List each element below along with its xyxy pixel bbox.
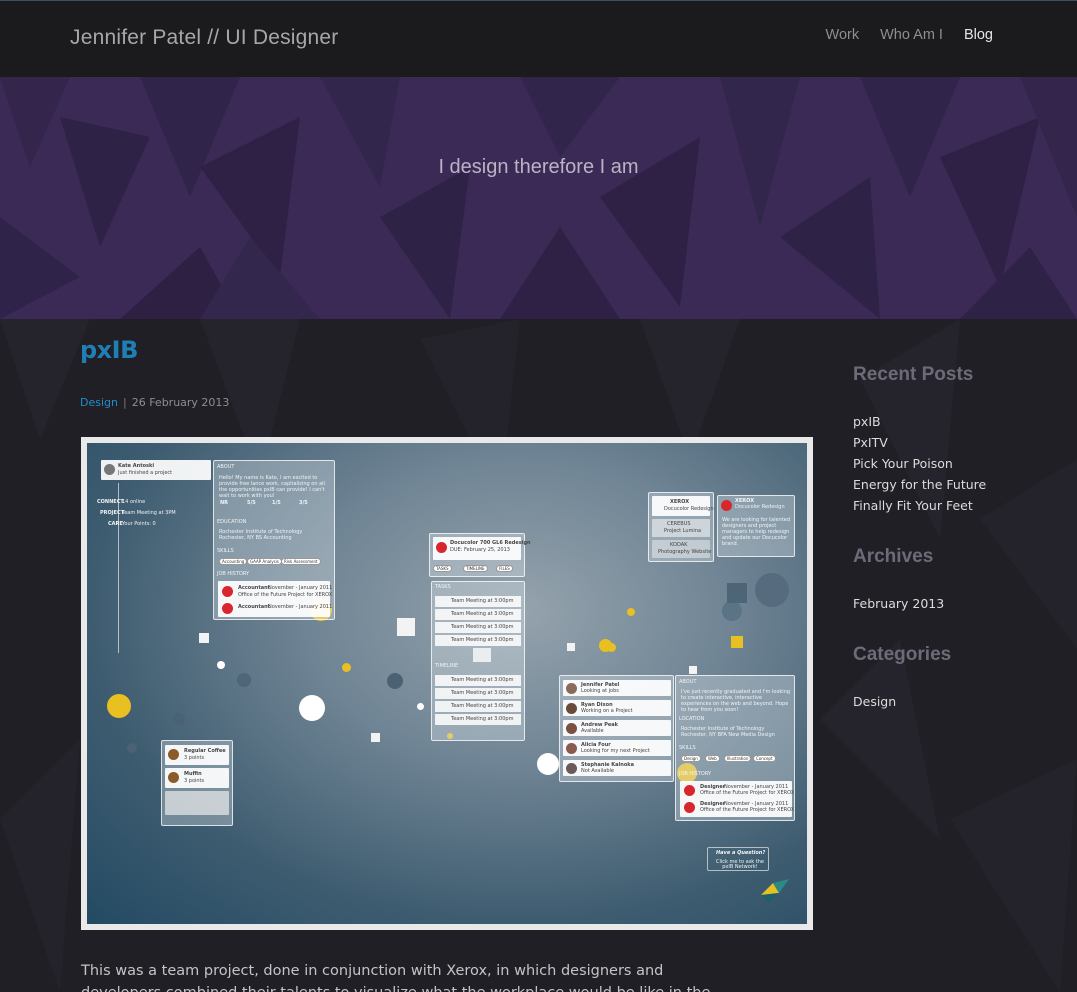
site-title[interactable]: Jennifer Patel // UI Designer xyxy=(70,26,338,50)
people-panel: Jennifer Patel Looking at jobs Ryan Dixo… xyxy=(559,675,674,782)
profile-details-panel: ABOUT Hello! My name is Kate, I am excit… xyxy=(213,460,335,620)
project-panel: Docucolor 700 GL6 Redesign DUE: February… xyxy=(429,533,531,577)
post-image-frame: Kate Antoski Just finished a project CON… xyxy=(81,437,813,930)
recent-post-link[interactable]: Energy for the Future xyxy=(853,474,986,495)
post-category-link[interactable]: Design xyxy=(80,396,118,409)
nav-work-link[interactable]: Work xyxy=(826,27,860,43)
recent-post-link[interactable]: Finally Fit Your Feet xyxy=(853,495,986,516)
meta-separator: | xyxy=(122,396,127,409)
post-date: 26 February 2013 xyxy=(131,396,230,409)
archives-list: February 2013 xyxy=(853,593,944,614)
archives-heading: Archives xyxy=(853,546,934,567)
main-nav: Work Who Am I Blog xyxy=(805,27,993,43)
nav-blog-link[interactable]: Blog xyxy=(964,27,993,43)
hero-triangle-pattern xyxy=(0,77,1077,319)
xerox-job-card: XEROX Docucolor Redesign We are looking … xyxy=(717,495,795,557)
question-bubble[interactable]: Have a Question? Click me to ask the pxI… xyxy=(707,847,769,871)
hero-banner: I design therefore I am xyxy=(0,77,1077,319)
site-title-name: Jennifer Patel xyxy=(70,26,202,49)
tasks-panel: TASKS Team Meeting at 3:00pm Team Meetin… xyxy=(431,581,525,741)
category-link[interactable]: Design xyxy=(853,691,896,712)
recent-posts-list: pxIB PxITV Pick Your Poison Energy for t… xyxy=(853,411,986,516)
site-title-separator: // xyxy=(207,26,220,49)
recent-posts-heading: Recent Posts xyxy=(853,364,974,385)
cafe-panel: Regular Coffee 3 points Muffin 3 points xyxy=(161,740,233,826)
site-title-role: UI Designer xyxy=(225,26,339,49)
recent-post-link[interactable]: Pick Your Poison xyxy=(853,453,986,474)
post-body: This was a team project, done in conjunc… xyxy=(81,963,710,992)
pxib-bird-icon xyxy=(761,879,789,903)
recent-post-link[interactable]: PxITV xyxy=(853,432,986,453)
post-image-pxib-mockup[interactable]: Kate Antoski Just finished a project CON… xyxy=(87,443,807,924)
person-details-panel: ABOUT I've just recently graduated and I… xyxy=(675,675,795,821)
company-tiles: XEROX Docucolor Redesign CEREBUS Project… xyxy=(648,492,714,562)
profile-card[interactable]: Kate Antoski Just finished a project xyxy=(101,460,211,480)
recent-post-link[interactable]: pxIB xyxy=(853,411,986,432)
post-title[interactable]: pxIB xyxy=(80,336,138,364)
categories-heading: Categories xyxy=(853,644,952,665)
hero-tagline: I design therefore I am xyxy=(438,156,639,178)
categories-list: Design xyxy=(853,691,896,712)
archive-link[interactable]: February 2013 xyxy=(853,593,944,614)
site-header: Jennifer Patel // UI Designer Work Who A… xyxy=(0,0,1077,77)
post-meta: Design | 26 February 2013 xyxy=(80,396,229,409)
nav-who-am-i-link[interactable]: Who Am I xyxy=(880,27,943,43)
